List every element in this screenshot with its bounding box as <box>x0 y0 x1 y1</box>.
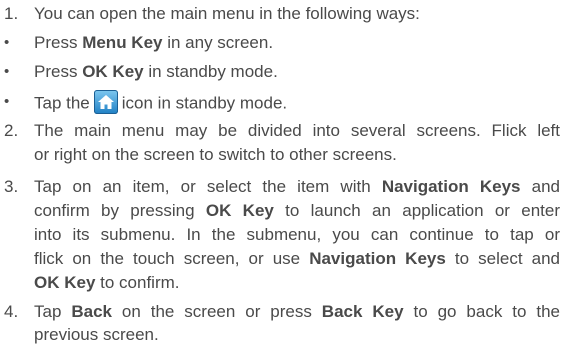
item-text-line: confirm by pressing OK Key to launch an … <box>34 201 560 220</box>
item-text: You can open the main menu in the follow… <box>34 4 420 23</box>
item-text-line: into its submenu. In the submenu, you ca… <box>34 225 560 244</box>
item-text-line: OK Key to confirm. <box>34 273 180 292</box>
item-number: 4. <box>4 302 19 321</box>
item-text-line: The main menu may be divided into severa… <box>34 121 560 140</box>
bullet-mark: • <box>4 93 10 110</box>
item-text-line: or right on the screen to switch to othe… <box>34 145 397 164</box>
item-text-line: Tap Back on the screen or press Back Key… <box>34 302 560 321</box>
bullet-mark: • <box>4 63 10 80</box>
item-text-line: previous screen. <box>34 325 159 344</box>
manual-page: 1. You can open the main menu in the fol… <box>0 0 568 346</box>
bullet-text: Press Menu Key in any screen. <box>34 33 274 52</box>
item-number: 1. <box>4 4 19 23</box>
bullet-mark: • <box>4 34 10 51</box>
item-text-line: Tap on an item, or select the item with … <box>34 177 561 196</box>
bullet-text: Press OK Key in standby mode. <box>34 62 278 81</box>
bullet-text: Tap the icon in standby mode. <box>34 90 287 116</box>
home-icon <box>93 90 118 114</box>
item-number: 3. <box>4 177 19 196</box>
item-text-line: flick on the touch screen, or use Naviga… <box>34 249 561 268</box>
item-number: 2. <box>4 121 19 140</box>
